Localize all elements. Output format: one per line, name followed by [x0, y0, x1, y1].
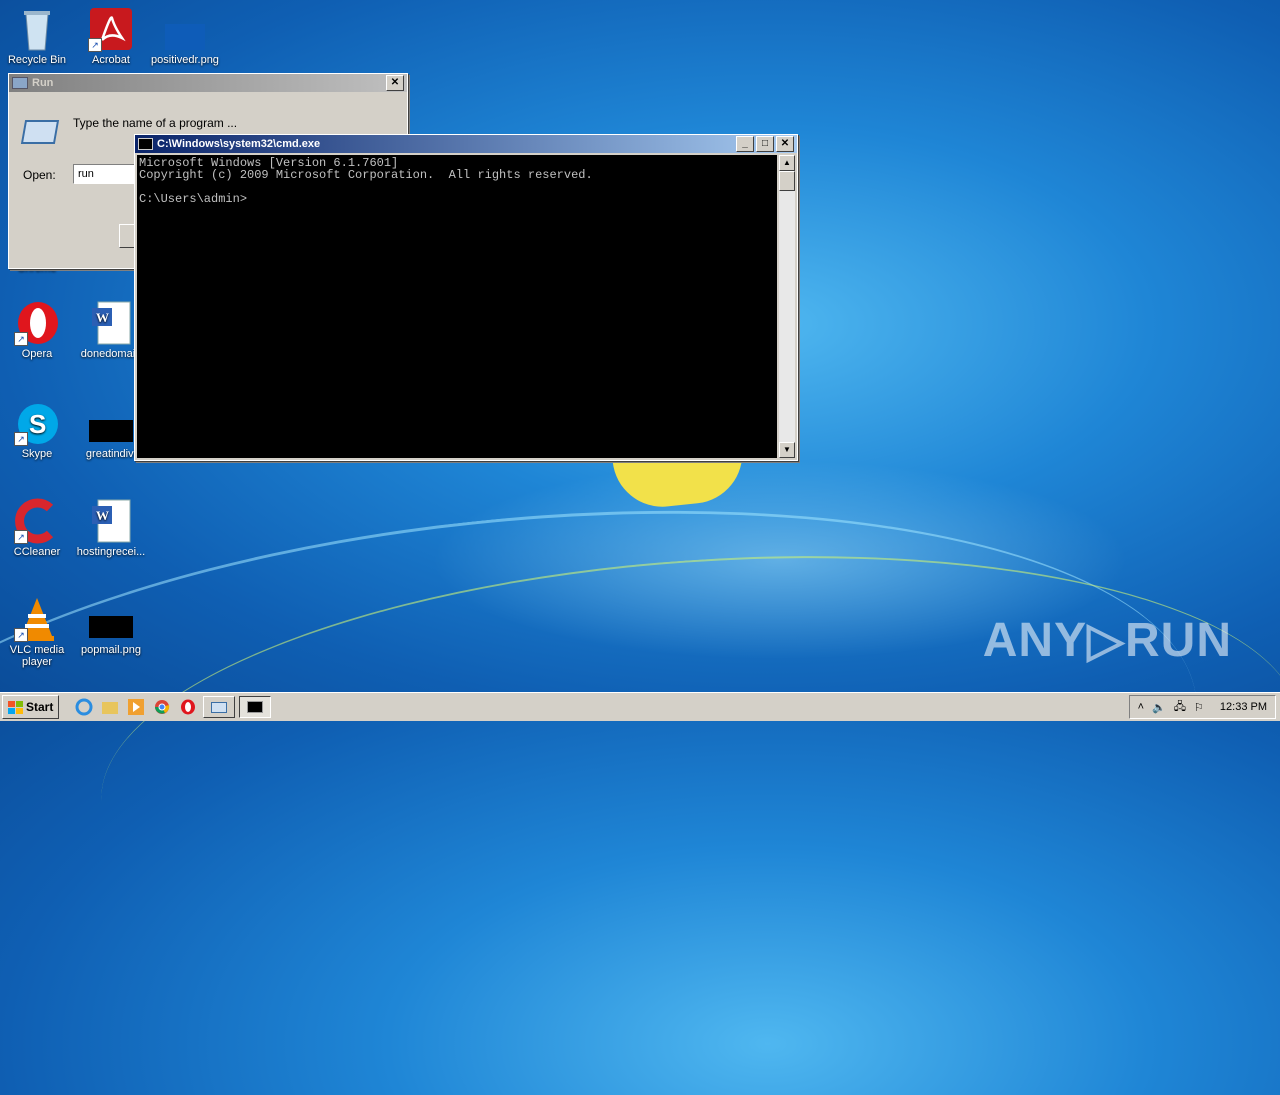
icon-label: Acrobat — [92, 54, 130, 66]
cmd-title-bar[interactable]: C:\Windows\system32\cmd.exe _ □ ✕ — [135, 135, 797, 153]
console-line: Copyright (c) 2009 Microsoft Corporation… — [139, 168, 593, 182]
shortcut-arrow-icon: ↗ — [14, 432, 28, 446]
run-title-bar[interactable]: Run ✕ — [9, 74, 407, 92]
cmd-icon — [138, 138, 153, 150]
desktop-icon-opera[interactable]: ↗ Opera — [0, 300, 74, 360]
icon-label: Skype — [21, 448, 53, 460]
word-document-icon: W — [88, 300, 134, 346]
close-button[interactable]: ✕ — [776, 136, 794, 152]
internet-explorer-icon[interactable] — [73, 696, 95, 718]
desktop-icon-popmail[interactable]: popmail.png — [74, 596, 148, 656]
run-close-button[interactable]: ✕ — [386, 75, 404, 91]
run-icon — [211, 701, 228, 713]
scroll-down-arrow-icon[interactable]: ▼ — [779, 442, 795, 458]
icon-label: popmail.png — [81, 644, 141, 656]
icon-label: CCleaner — [13, 546, 61, 558]
shortcut-arrow-icon: ↗ — [14, 628, 28, 642]
action-center-flag-icon[interactable]: ⚐ — [1194, 701, 1204, 714]
icon-label: Opera — [21, 348, 53, 360]
run-prompt: Type the name of a program ... — [73, 116, 238, 130]
desktop-icon-vlc[interactable]: ↗ VLC media player — [0, 596, 74, 668]
cmd-title: C:\Windows\system32\cmd.exe — [157, 138, 321, 150]
image-file-icon — [88, 596, 134, 642]
icon-label: positivedr.png — [151, 54, 219, 66]
show-hidden-icons-icon[interactable]: ˄ — [1138, 701, 1144, 713]
svg-text:W: W — [96, 310, 109, 325]
scroll-thumb[interactable] — [779, 171, 795, 191]
icon-label: donedomain — [80, 348, 142, 360]
shortcut-arrow-icon: ↗ — [88, 38, 102, 52]
start-label: Start — [26, 700, 54, 714]
run-icon — [12, 77, 28, 89]
desktop-icon-hostingrecei[interactable]: W hostingrecei... — [74, 498, 148, 558]
icon-label: VLC media player — [9, 644, 65, 668]
clock[interactable]: 12:33 PM — [1220, 701, 1267, 713]
opera-icon[interactable] — [177, 696, 199, 718]
icon-label: greatindivi — [85, 448, 137, 460]
anyrun-watermark: ANY▷RUN — [982, 614, 1232, 667]
media-player-icon[interactable] — [125, 696, 147, 718]
console-prompt: C:\Users\admin> — [139, 192, 248, 206]
svg-text:S: S — [29, 409, 46, 439]
acrobat-icon: ↗ — [88, 6, 134, 52]
word-document-icon: W — [88, 498, 134, 544]
desktop-icon-ccleaner[interactable]: ↗ CCleaner — [0, 498, 74, 558]
skype-icon: S ↗ — [14, 400, 60, 446]
vlc-cone-icon: ↗ — [14, 596, 60, 642]
image-file-icon — [162, 6, 208, 52]
ccleaner-icon: ↗ — [14, 498, 60, 544]
windows-logo-icon — [8, 700, 23, 714]
recycle-bin-icon — [14, 6, 60, 52]
cmd-icon — [247, 701, 264, 713]
desktop-icon-recycle-bin[interactable]: Recycle Bin — [0, 6, 74, 66]
shortcut-arrow-icon: ↗ — [14, 530, 28, 544]
taskbar-cmd-window[interactable] — [239, 696, 272, 718]
image-file-icon — [88, 400, 134, 446]
run-program-icon — [20, 120, 60, 144]
desktop-icon-acrobat[interactable]: ↗ Acrobat — [74, 6, 148, 66]
scroll-up-arrow-icon[interactable]: ▲ — [779, 155, 795, 171]
network-icon[interactable]: 🖧 — [1174, 698, 1186, 717]
chrome-icon[interactable] — [151, 696, 173, 718]
taskbar: Start ˄ 🔈 🖧 ⚐ 12:33 PM — [0, 692, 1280, 721]
cmd-window: C:\Windows\system32\cmd.exe _ □ ✕ Micros… — [134, 134, 798, 461]
vertical-scrollbar[interactable]: ▲ ▼ — [779, 155, 795, 458]
shortcut-arrow-icon: ↗ — [14, 332, 28, 346]
system-tray: ˄ 🔈 🖧 ⚐ 12:33 PM — [1128, 695, 1276, 719]
desktop-icon-positivedr[interactable]: positivedr.png — [148, 6, 222, 66]
desktop-icon-skype[interactable]: S ↗ Skype — [0, 400, 74, 460]
volume-icon[interactable]: 🔈 — [1152, 701, 1166, 714]
icon-label: hostingrecei... — [76, 546, 146, 558]
console-output[interactable]: Microsoft Windows [Version 6.1.7601] Copy… — [137, 155, 777, 458]
start-button[interactable]: Start — [2, 695, 60, 719]
run-open-label: Open: — [23, 168, 56, 182]
maximize-button[interactable]: □ — [756, 136, 774, 152]
icon-label: Recycle Bin — [7, 54, 67, 66]
taskbar-run-dialog[interactable] — [203, 696, 236, 718]
svg-text:W: W — [96, 508, 109, 523]
run-title: Run — [32, 77, 54, 89]
minimize-button[interactable]: _ — [736, 136, 754, 152]
opera-icon: ↗ — [14, 300, 60, 346]
folder-icon[interactable] — [99, 696, 121, 718]
